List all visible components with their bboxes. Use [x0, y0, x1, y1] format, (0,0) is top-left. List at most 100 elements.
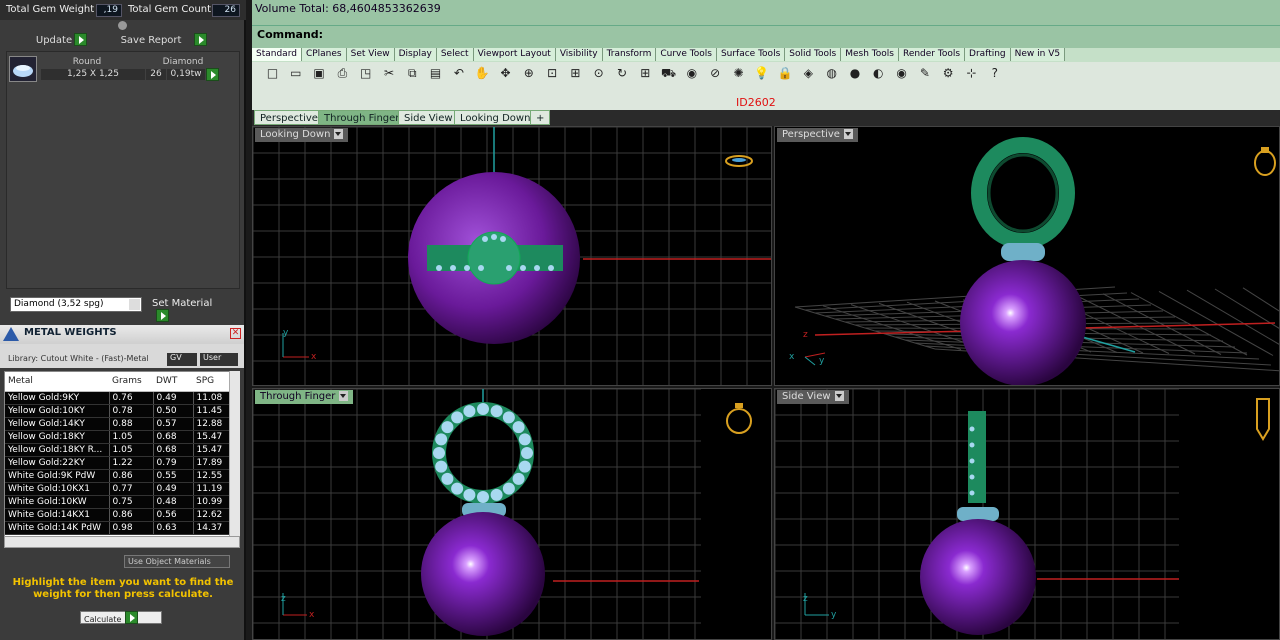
gem-stone [451, 482, 464, 495]
gem-stone [477, 403, 489, 415]
undo-icon[interactable]: ↶ [450, 65, 467, 82]
update-button-label: Update [35, 34, 73, 46]
layer-icon[interactable]: ◈ [800, 65, 817, 82]
copy-icon[interactable]: ⧉ [404, 65, 421, 82]
toolbar-tab-new-in-v5[interactable]: New in V5 [1010, 48, 1066, 61]
table-row[interactable]: Yellow Gold:18KY R... 1.05 0.68 15.47 [5, 443, 231, 457]
viewport-tab-side-view[interactable]: Side View [398, 110, 459, 125]
toolbar-tab-mesh-tools[interactable]: Mesh Tools [841, 48, 899, 61]
lock-icon[interactable]: 🔒 [777, 65, 794, 82]
toolbar-tab-surface-tools[interactable]: Surface Tools [716, 48, 786, 61]
table-row[interactable]: Yellow Gold:14KY 0.88 0.57 12.88 [5, 417, 231, 431]
toolbar-tab-solid-tools[interactable]: Solid Tools [785, 48, 842, 61]
viewport-tab-through-finger[interactable]: Through Finger [318, 110, 406, 125]
column-header-spg[interactable]: SPG [193, 372, 231, 392]
viewport-title-looking-down[interactable]: Looking Down [255, 128, 349, 142]
shaded-icon[interactable]: ● [847, 65, 864, 82]
viewport-tab-perspective[interactable]: Perspective [254, 110, 324, 125]
new-file-icon[interactable]: □ [264, 65, 281, 82]
grid-snap-icon[interactable]: ⊹ [963, 65, 980, 82]
grams-cell: 0.86 [109, 508, 154, 522]
toolbar-tab-cplanes[interactable]: CPlanes [301, 48, 347, 61]
viewport-tab-looking-down[interactable]: Looking Down [454, 110, 537, 125]
table-row[interactable]: Yellow Gold:9KY 0.76 0.49 11.08 [5, 391, 231, 405]
four-view-icon[interactable]: ⊞ [637, 65, 654, 82]
paste-icon[interactable]: ▤ [427, 65, 444, 82]
ring-view-icon [726, 403, 752, 434]
viewport-side-view[interactable]: z y Side View [774, 388, 1280, 640]
user-toggle[interactable]: User [200, 353, 238, 366]
print-icon[interactable]: ⎙ [334, 65, 351, 82]
chevron-down-icon [834, 391, 844, 401]
gv-toggle[interactable]: GV [167, 353, 197, 366]
zoom-extents-icon[interactable]: ⊞ [567, 65, 584, 82]
table-row[interactable]: Yellow Gold:22KY 1.22 0.79 17.89 [5, 456, 231, 470]
column-header-grams[interactable]: Grams [109, 372, 153, 392]
settings-icon[interactable]: ⚙ [940, 65, 957, 82]
table-horizontal-scrollbar[interactable] [4, 536, 240, 548]
help-icon[interactable]: ? [986, 65, 1003, 82]
redraw-icon[interactable]: ↻ [614, 65, 631, 82]
ghost-icon[interactable]: ◐ [870, 65, 887, 82]
pan-icon[interactable]: ✋ [474, 65, 491, 82]
command-prompt[interactable]: Command: [257, 28, 323, 41]
zoom-window-icon[interactable]: ⊡ [544, 65, 561, 82]
toolbar-tab-drafting[interactable]: Drafting [965, 48, 1011, 61]
save-report-button[interactable]: Save Report [108, 33, 212, 48]
material-select[interactable]: Diamond (3,52 spg) [10, 297, 142, 312]
paint-icon[interactable]: ✎ [916, 65, 933, 82]
table-row[interactable]: White Gold:14K PdW 0.98 0.63 14.37 [5, 521, 231, 535]
gem-stone [435, 433, 448, 446]
toolbar-tab-render-tools[interactable]: Render Tools [898, 48, 966, 61]
toolbar-tab-display[interactable]: Display [394, 48, 437, 61]
calculate-select[interactable]: Calculate [80, 611, 162, 624]
close-icon[interactable]: ✕ [230, 328, 241, 339]
toolbar-tab-set-view[interactable]: Set View [346, 48, 395, 61]
toolbar-tab-visibility[interactable]: Visibility [555, 48, 603, 61]
car-icon[interactable]: ⛟ [660, 65, 677, 82]
calculate-label: Calculate [84, 614, 122, 624]
toolbar-tab-select[interactable]: Select [436, 48, 474, 61]
table-row[interactable]: Yellow Gold:10KY 0.78 0.50 11.45 [5, 404, 231, 418]
viewport-tab-add[interactable]: + [530, 110, 551, 125]
rotate-icon[interactable]: ✥ [497, 65, 514, 82]
viewport-perspective[interactable]: z x y Perspective [774, 126, 1280, 386]
render-icon[interactable]: ◉ [893, 65, 910, 82]
toolbar-tab-viewport-layout[interactable]: Viewport Layout [473, 48, 556, 61]
eye-icon[interactable]: ◉ [683, 65, 700, 82]
table-row[interactable]: White Gold:9K PdW 0.86 0.55 12.55 [5, 469, 231, 483]
bulb-icon[interactable]: 💡 [753, 65, 770, 82]
viewport-title-side-view[interactable]: Side View [777, 390, 849, 404]
table-row[interactable]: White Gold:14KX1 0.86 0.56 12.62 [5, 508, 231, 522]
set-material-button[interactable]: Set Material [152, 298, 232, 322]
save-icon[interactable]: ▣ [311, 65, 328, 82]
collapse-toggle[interactable] [118, 21, 127, 30]
hide-icon[interactable]: ⊘ [707, 65, 724, 82]
viewport-title-through-finger[interactable]: Through Finger [255, 390, 354, 404]
zoom-selected-icon[interactable]: ⊙ [590, 65, 607, 82]
table-vertical-scrollbar[interactable] [229, 371, 240, 537]
column-header-dwt[interactable]: DWT [153, 372, 193, 392]
use-object-materials-button[interactable]: Use Object Materials [124, 555, 230, 568]
lights-icon[interactable]: ✺ [730, 65, 747, 82]
sphere-shape [920, 519, 1036, 635]
viewport-looking-down[interactable]: x y Looking Down [252, 126, 772, 386]
column-header-metal[interactable]: Metal [5, 372, 109, 392]
update-button[interactable]: Update [34, 33, 92, 48]
table-row[interactable]: White Gold:10KW 0.75 0.48 10.99 [5, 495, 231, 509]
table-row[interactable]: Yellow Gold:18KY 1.05 0.68 15.47 [5, 430, 231, 444]
cut-icon[interactable]: ✂ [381, 65, 398, 82]
open-icon[interactable]: ▭ [287, 65, 304, 82]
toolbar-tab-transform[interactable]: Transform [602, 48, 657, 61]
import-icon[interactable]: ◳ [357, 65, 374, 82]
gem-row-action-button[interactable] [206, 68, 219, 81]
total-gem-count-value: 26 [212, 4, 240, 17]
user-label: User [203, 353, 222, 362]
toolbar-tab-standard[interactable]: Standard [252, 48, 302, 61]
table-row[interactable]: White Gold:10KX1 0.77 0.49 11.19 [5, 482, 231, 496]
color-wheel-icon[interactable]: ◍ [823, 65, 840, 82]
toolbar-tab-curve-tools[interactable]: Curve Tools [656, 48, 717, 61]
viewport-through-finger[interactable]: z x Through Finger [252, 388, 772, 640]
viewport-title-perspective[interactable]: Perspective [777, 128, 858, 142]
zoom-icon[interactable]: ⊕ [520, 65, 537, 82]
